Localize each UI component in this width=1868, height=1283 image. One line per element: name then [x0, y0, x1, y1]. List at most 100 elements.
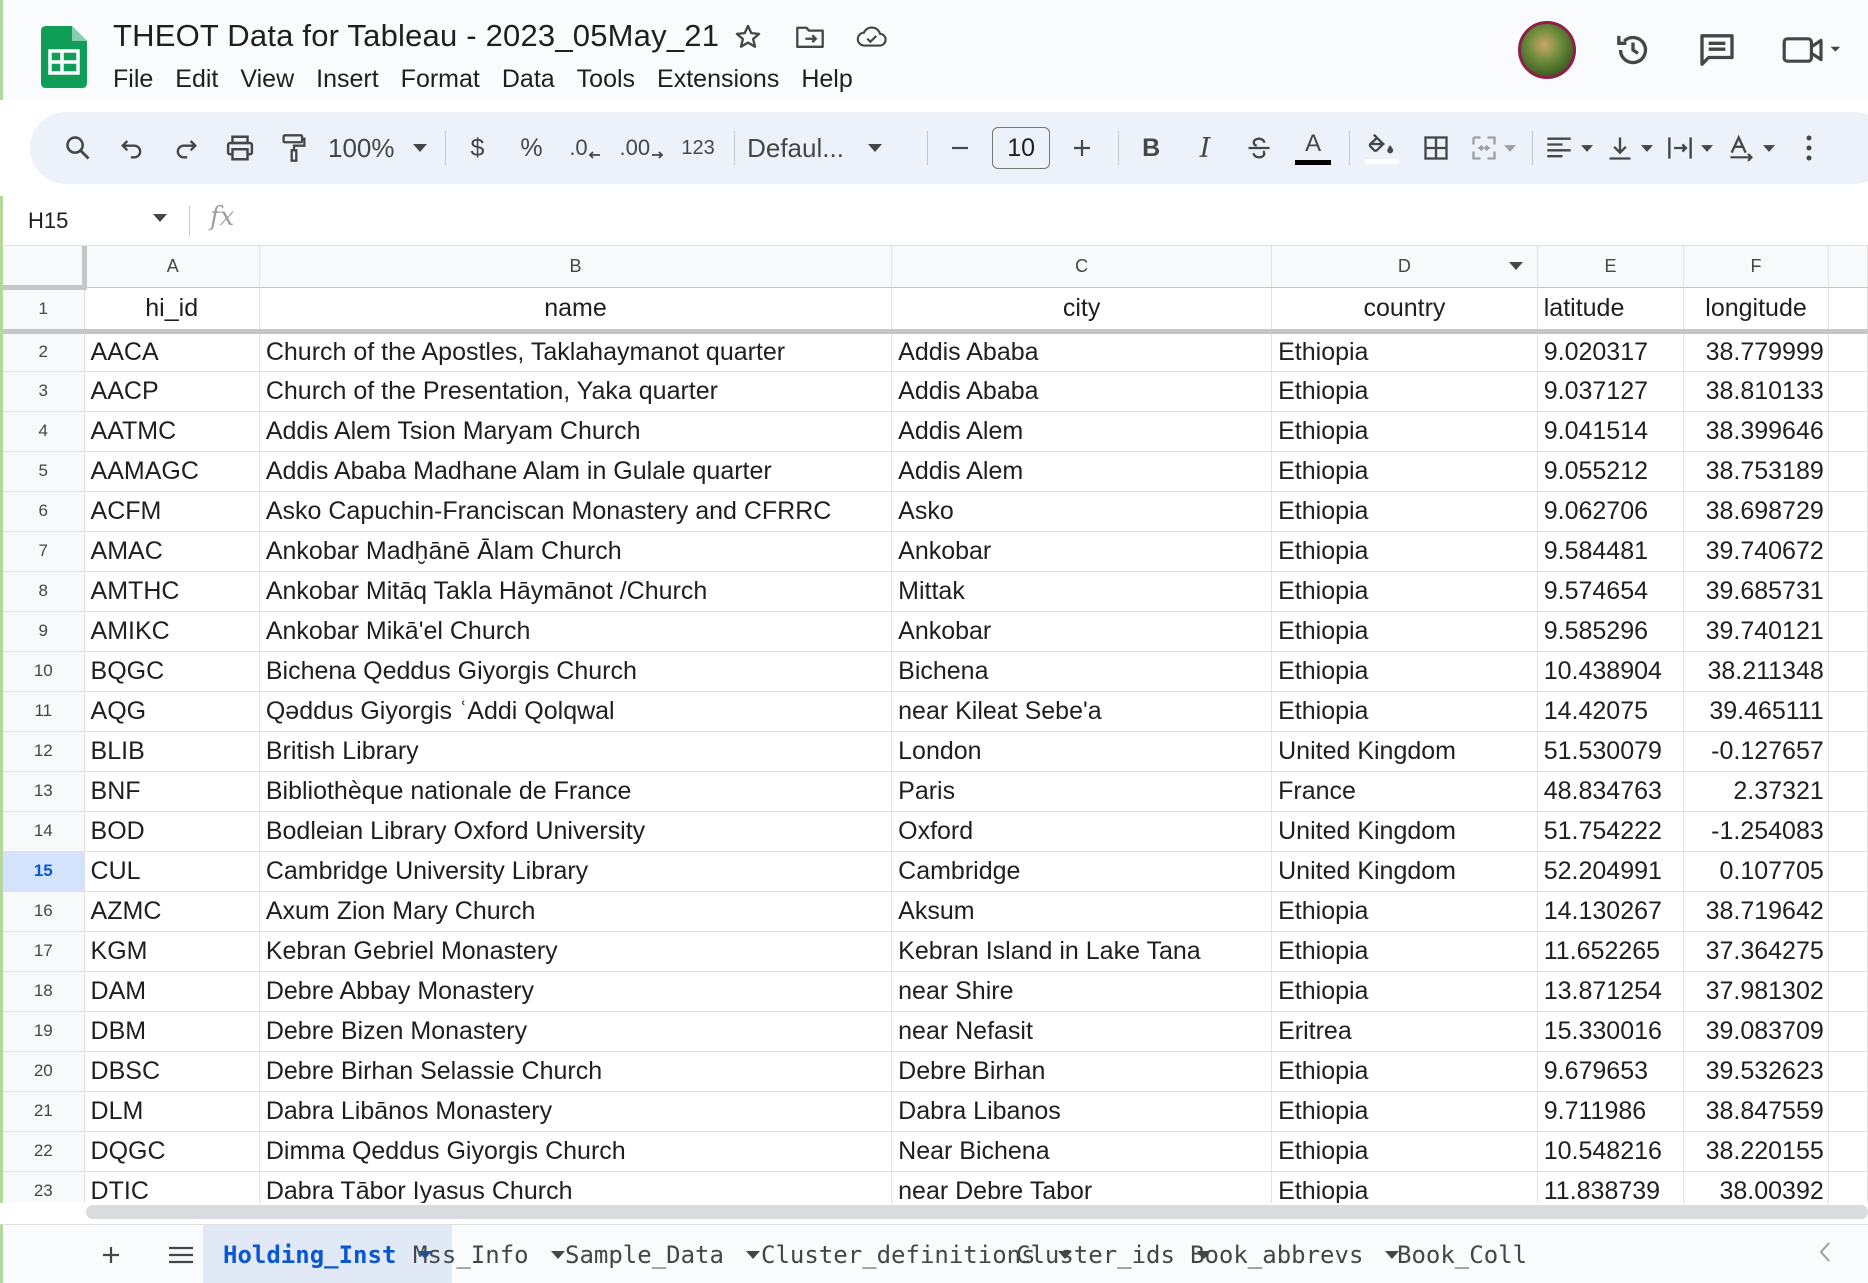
cell-latitude[interactable]: 9.020317: [1537, 331, 1685, 372]
cell-name[interactable]: Bichena Qeddus Giyorgis Church: [259, 651, 893, 692]
menu-extensions[interactable]: Extensions: [646, 62, 790, 96]
cell-empty[interactable]: [1828, 331, 1868, 372]
currency-format-button[interactable]: $: [458, 124, 498, 172]
row-header-1[interactable]: 1: [3, 287, 85, 334]
cell-empty[interactable]: [1828, 731, 1868, 772]
cell-name[interactable]: Debre Birhan Selassie Church: [259, 1051, 893, 1092]
cell-latitude[interactable]: 51.530079: [1537, 731, 1685, 772]
row-header[interactable]: 19: [3, 1011, 85, 1052]
cell-name[interactable]: Church of the Presentation, Yaka quarter: [259, 371, 893, 412]
cell-hi-id[interactable]: AZMC: [84, 891, 260, 932]
menu-data[interactable]: Data: [491, 62, 566, 96]
cell-latitude[interactable]: 9.041514: [1537, 411, 1685, 452]
row-header[interactable]: 11: [3, 691, 85, 732]
row-header[interactable]: 18: [3, 971, 85, 1012]
column-header-d[interactable]: D: [1271, 246, 1538, 288]
cell-empty[interactable]: [1828, 1011, 1868, 1052]
cell-city[interactable]: near Debre Tabor: [891, 1171, 1273, 1203]
document-title[interactable]: THEOT Data for Tableau - 2023_05May_21: [113, 18, 719, 54]
paint-format-icon[interactable]: [274, 124, 314, 172]
cell-longitude[interactable]: 39.740672: [1683, 531, 1829, 572]
cell-name[interactable]: Debre Abbay Monastery: [259, 971, 893, 1012]
cell-name[interactable]: Axum Zion Mary Church: [259, 891, 893, 932]
zoom-select[interactable]: 100%: [328, 133, 427, 164]
search-icon[interactable]: [58, 124, 98, 172]
header-cell[interactable]: name: [259, 287, 893, 334]
cell-hi-id[interactable]: AMTHC: [84, 571, 260, 612]
horizontal-scrollbar[interactable]: [86, 1205, 1868, 1219]
cell-country[interactable]: United Kingdom: [1271, 851, 1538, 892]
cell-country[interactable]: Ethiopia: [1271, 1051, 1538, 1092]
menu-insert[interactable]: Insert: [305, 62, 390, 96]
all-sheets-icon[interactable]: [161, 1237, 201, 1273]
row-header[interactable]: 2: [3, 331, 85, 372]
move-folder-icon[interactable]: [793, 20, 827, 54]
cell-city[interactable]: Ankobar: [891, 611, 1273, 652]
cell-city[interactable]: Cambridge: [891, 851, 1273, 892]
column-header-a[interactable]: A: [84, 246, 260, 288]
cell-country[interactable]: Ethiopia: [1271, 971, 1538, 1012]
cell-hi-id[interactable]: AQG: [84, 691, 260, 732]
cell-longitude[interactable]: 38.220155: [1683, 1131, 1829, 1172]
cell-empty[interactable]: [1828, 371, 1868, 412]
cell-name[interactable]: Dabra Libānos Monastery: [259, 1091, 893, 1132]
chevron-left-icon[interactable]: [1818, 1241, 1832, 1268]
cell-city[interactable]: Bichena: [891, 651, 1273, 692]
cell-country[interactable]: Ethiopia: [1271, 371, 1538, 412]
align-left-icon[interactable]: [1545, 124, 1594, 172]
cell-country[interactable]: Ethiopia: [1271, 411, 1538, 452]
cell-hi-id[interactable]: DBSC: [84, 1051, 260, 1092]
menu-tools[interactable]: Tools: [566, 62, 646, 96]
undo-icon[interactable]: [112, 124, 152, 172]
text-rotation-icon[interactable]: [1727, 124, 1776, 172]
menu-edit[interactable]: Edit: [164, 62, 229, 96]
star-icon[interactable]: [731, 20, 765, 54]
cell-city[interactable]: near Nefasit: [891, 1011, 1273, 1052]
cell-longitude[interactable]: 39.465111: [1683, 691, 1829, 732]
cell-latitude[interactable]: 9.585296: [1537, 611, 1685, 652]
cell-empty[interactable]: [1828, 771, 1868, 812]
row-header[interactable]: 5: [3, 451, 85, 492]
cell-latitude[interactable]: 9.037127: [1537, 371, 1685, 412]
meet-icon[interactable]: [1778, 27, 1848, 73]
cell-name[interactable]: Addis Ababa Madhane Alam in Gulale quart…: [259, 451, 893, 492]
cell-city[interactable]: Kebran Island in Lake Tana: [891, 931, 1273, 972]
cell-latitude[interactable]: 9.574654: [1537, 571, 1685, 612]
menu-file[interactable]: File: [113, 62, 164, 96]
header-cell[interactable]: latitude: [1537, 287, 1685, 334]
cell-hi-id[interactable]: DBM: [84, 1011, 260, 1052]
more-formats-button[interactable]: 123: [678, 124, 718, 172]
cell-latitude[interactable]: 9.062706: [1537, 491, 1685, 532]
cell-latitude[interactable]: 10.548216: [1537, 1131, 1685, 1172]
cell-name[interactable]: Cambridge University Library: [259, 851, 893, 892]
cell-latitude[interactable]: 51.754222: [1537, 811, 1685, 852]
cell-country[interactable]: Ethiopia: [1271, 611, 1538, 652]
cell-name[interactable]: Dabra Tābor Iyasus Church: [259, 1171, 893, 1203]
cell-empty[interactable]: [1828, 851, 1868, 892]
strikethrough-button[interactable]: [1239, 124, 1279, 172]
cell-name[interactable]: Bodleian Library Oxford University: [259, 811, 893, 852]
row-header[interactable]: 23: [3, 1171, 85, 1203]
cell-longitude[interactable]: 38.847559: [1683, 1091, 1829, 1132]
cell-name[interactable]: Bibliothèque nationale de France: [259, 771, 893, 812]
cell-hi-id[interactable]: DTIC: [84, 1171, 260, 1203]
filter-dropdown-icon[interactable]: [1508, 262, 1523, 270]
cell-country[interactable]: Ethiopia: [1271, 451, 1538, 492]
cell-city[interactable]: near Kileat Sebe'a: [891, 691, 1273, 732]
cell-longitude[interactable]: 37.981302: [1683, 971, 1829, 1012]
cell-city[interactable]: Addis Alem: [891, 451, 1273, 492]
row-header[interactable]: 3: [3, 371, 85, 412]
row-header[interactable]: 13: [3, 771, 85, 812]
cell-country[interactable]: Ethiopia: [1271, 1091, 1538, 1132]
cell-empty[interactable]: [1828, 491, 1868, 532]
cell-longitude[interactable]: -1.254083: [1683, 811, 1829, 852]
cell-empty[interactable]: [1828, 811, 1868, 852]
cell-empty[interactable]: [1828, 931, 1868, 972]
menu-view[interactable]: View: [229, 62, 305, 96]
add-sheet-icon[interactable]: [91, 1237, 131, 1273]
row-header[interactable]: 12: [3, 731, 85, 772]
cell-longitude[interactable]: 38.719642: [1683, 891, 1829, 932]
cell-longitude[interactable]: 37.364275: [1683, 931, 1829, 972]
cell-empty[interactable]: [1828, 1131, 1868, 1172]
cell-longitude[interactable]: 2.37321: [1683, 771, 1829, 812]
